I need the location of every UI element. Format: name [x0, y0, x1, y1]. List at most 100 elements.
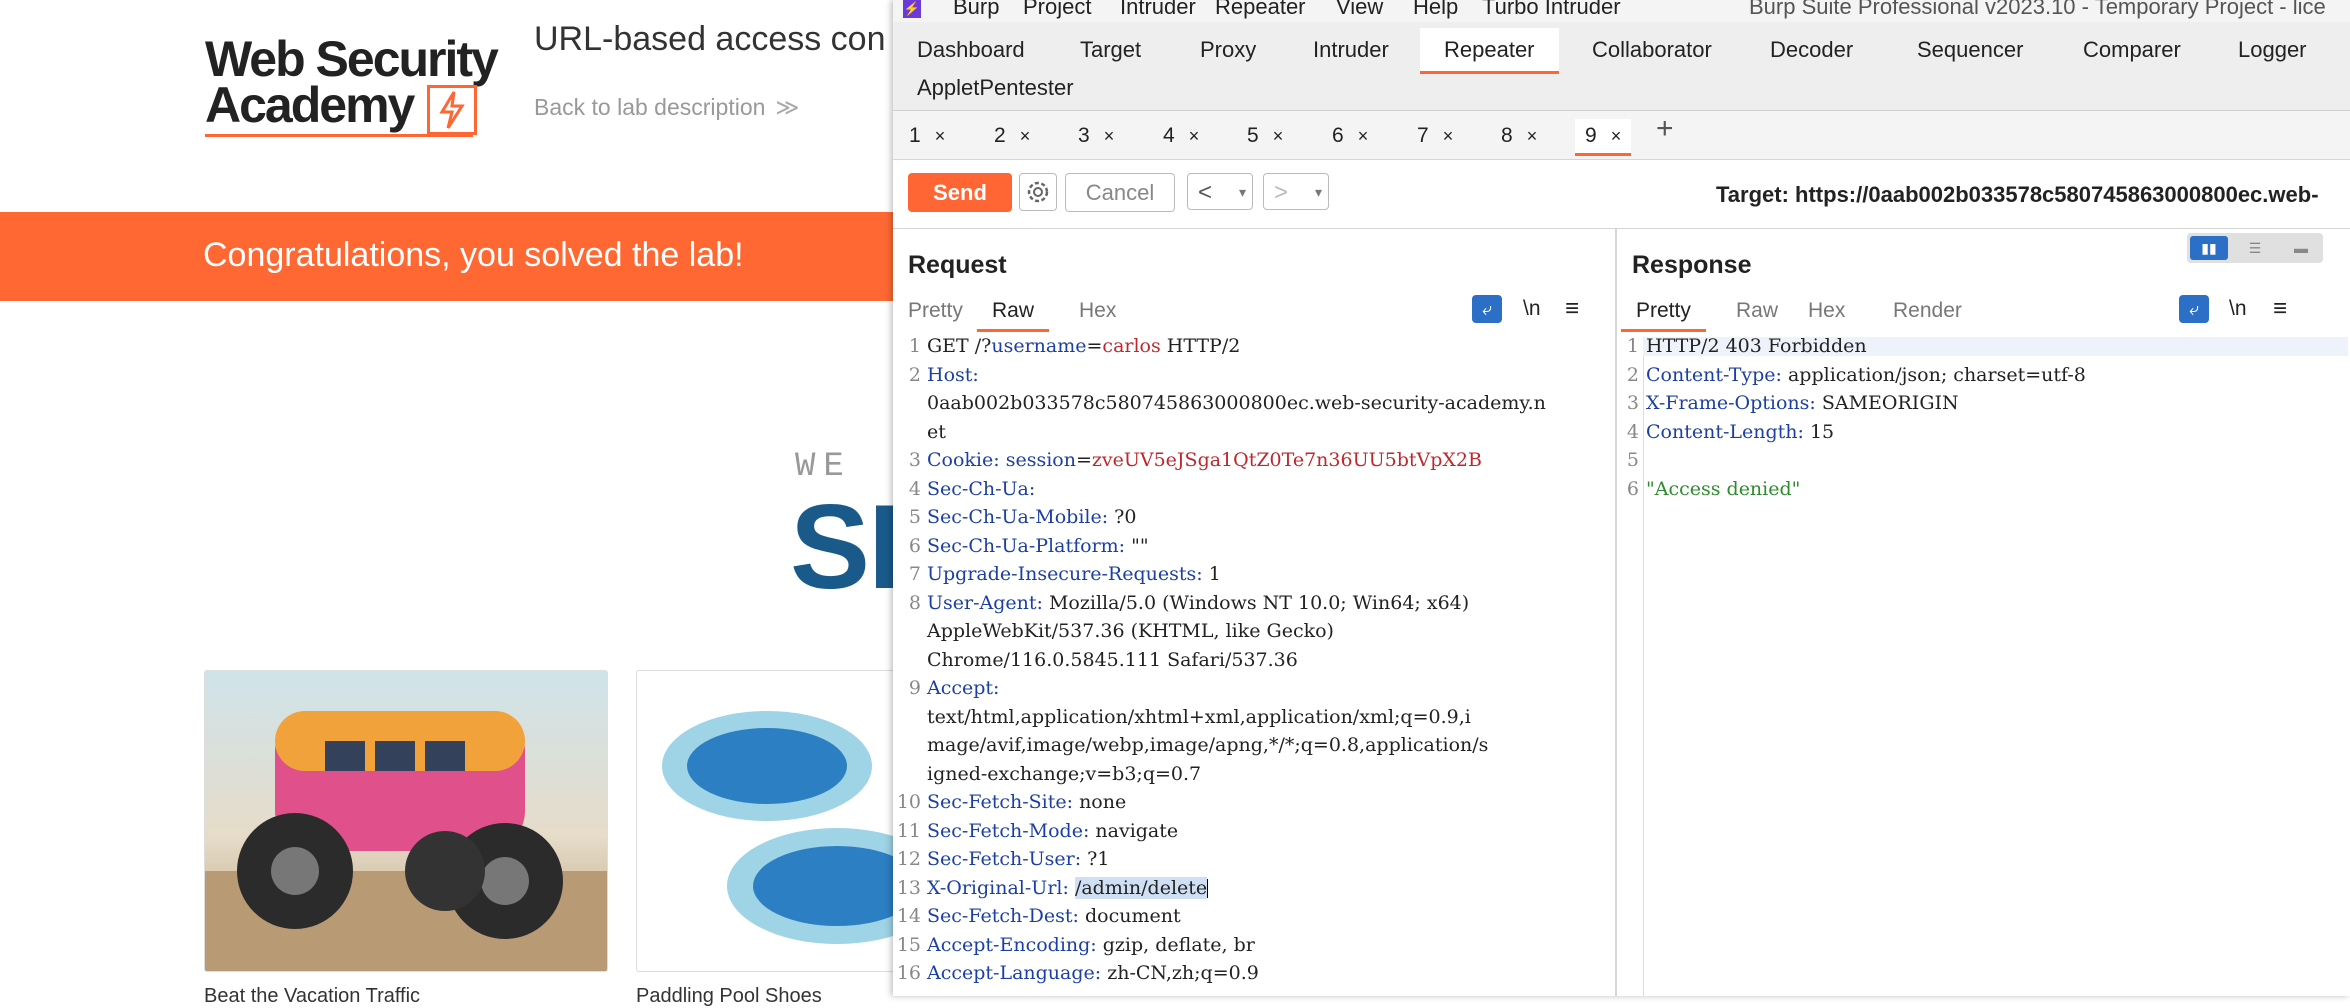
param-name: username	[991, 335, 1087, 357]
header-continuation: AppleWebKit/537.36 (KHTML, like Gecko)	[927, 620, 1334, 642]
paddling-pool-image	[662, 711, 917, 944]
tool-tabs: Dashboard Target Proxy Intruder Repeater…	[893, 22, 2350, 111]
close-icon[interactable]: ×	[1189, 126, 1200, 146]
header-value: 1	[1202, 563, 1221, 585]
send-button[interactable]: Send	[908, 173, 1012, 212]
single-pane-icon[interactable]: ▬	[2282, 236, 2320, 260]
header-continuation: et	[927, 420, 946, 443]
request-method: GET /?	[927, 335, 992, 357]
header-line: Sec-Ch-Ua-Platform: ""	[927, 536, 1149, 556]
burp-app-icon: ⚡	[903, 0, 921, 18]
back-to-lab-link[interactable]: Back to lab description ≫	[534, 94, 799, 121]
header-key: Sec-Ch-Ua-Mobile:	[927, 506, 1109, 528]
line-number: 6	[908, 534, 921, 557]
add-tab-icon[interactable]: +	[1656, 112, 1674, 146]
tab-repeater[interactable]: Repeater	[1420, 28, 1559, 74]
line-number: 15	[896, 933, 921, 956]
tab-sequencer[interactable]: Sequencer	[1893, 28, 2047, 72]
tab-comparer[interactable]: Comparer	[2059, 28, 2205, 72]
repeater-toolbar: Send Cancel < ▾ > ▾ Target: https://0aab00…	[893, 160, 2350, 229]
header-key: Content-Length:	[1646, 420, 1804, 443]
line-number: 8	[908, 591, 921, 614]
response-panel: Response ▮▮ ☰ ▬ Pretty Raw Hex Render ⤶ …	[1617, 229, 2350, 996]
logo-line-2: Academy	[205, 77, 415, 133]
close-icon[interactable]: ×	[1611, 126, 1622, 146]
selected-header-value[interactable]: /admin/delete	[1074, 876, 1208, 899]
word-wrap-icon[interactable]: ⤶	[2179, 295, 2209, 323]
tab-proxy[interactable]: Proxy	[1176, 28, 1280, 72]
tab-appletpentester[interactable]: AppletPentester	[893, 66, 1098, 110]
repeater-tab-label: 3	[1078, 124, 1090, 147]
chevron-down-icon[interactable]: ▾	[1315, 174, 1322, 211]
menu-project[interactable]: Project	[1023, 0, 1091, 20]
tab-intruder[interactable]: Intruder	[1289, 28, 1413, 72]
repeater-tab-8[interactable]: 8 ×	[1491, 119, 1547, 153]
repeater-tab-2[interactable]: 2 ×	[984, 119, 1040, 153]
repeater-tab-3[interactable]: 3 ×	[1068, 119, 1124, 153]
product-card-image-pool[interactable]	[636, 670, 918, 972]
param-equals: =	[1086, 335, 1103, 357]
tab-decoder[interactable]: Decoder	[1746, 28, 1877, 72]
lightning-bolt-icon	[427, 85, 477, 135]
header-line: Sec-Fetch-Dest: document	[927, 907, 1181, 926]
history-back-button[interactable]: < ▾	[1187, 173, 1253, 210]
split-vertical-icon[interactable]: ☰	[2236, 236, 2274, 260]
history-forward-button[interactable]: > ▾	[1263, 173, 1329, 210]
close-icon[interactable]: ×	[1020, 126, 1031, 146]
header-key: Cookie:	[927, 449, 1000, 471]
line-number: 3	[908, 449, 921, 471]
menu-burp[interactable]: Burp	[953, 0, 999, 20]
header-key: Sec-Ch-Ua:	[927, 477, 1036, 500]
repeater-tab-4[interactable]: 4 ×	[1153, 119, 1209, 153]
cancel-button[interactable]: Cancel	[1065, 173, 1175, 212]
web-security-academy-logo[interactable]: Web Security Academy	[205, 30, 505, 140]
close-icon[interactable]: ×	[935, 126, 946, 146]
header-key: User-Agent:	[927, 591, 1043, 614]
status-line: HTTP/2 403 Forbidden	[1646, 335, 1867, 357]
product-card-image-van[interactable]	[204, 670, 608, 972]
window-title: Burp Suite Professional v2023.10 - Tempo…	[1749, 0, 2326, 19]
repeater-tab-7[interactable]: 7 ×	[1407, 119, 1463, 153]
request-view-options: ⤶ \n ≡	[893, 293, 1615, 325]
solved-message: Congratulations, you solved the lab!	[203, 236, 744, 274]
line-number: 4	[1626, 420, 1639, 443]
close-icon[interactable]: ×	[1273, 126, 1284, 146]
header-continuation: mage/avif,image/webp,image/apng,*/*;q=0.…	[927, 734, 1489, 756]
menu-intruder[interactable]: Intruder	[1120, 0, 1196, 20]
header-value: navigate	[1089, 819, 1179, 842]
close-icon[interactable]: ×	[1443, 126, 1454, 146]
hamburger-menu-icon[interactable]: ≡	[2273, 295, 2287, 323]
repeater-tab-label: 1	[909, 124, 921, 147]
menu-view[interactable]: View	[1336, 0, 1383, 20]
menu-repeater[interactable]: Repeater	[1215, 0, 1306, 20]
word-wrap-icon[interactable]: ⤶	[1472, 295, 1502, 323]
product-card-caption[interactable]: Paddling Pool Shoes	[636, 985, 822, 1008]
header-key: Accept-Encoding:	[927, 933, 1097, 956]
settings-gear-icon[interactable]	[1019, 173, 1057, 211]
close-icon[interactable]: ×	[1358, 126, 1369, 146]
header-line: Sec-Fetch-User: ?1	[927, 850, 1109, 869]
close-icon[interactable]: ×	[1527, 126, 1538, 146]
menu-turbo-intruder[interactable]: Turbo Intruder	[1482, 0, 1621, 20]
repeater-tab-5[interactable]: 5 ×	[1237, 119, 1293, 153]
header-value: ?1	[1081, 848, 1110, 870]
header-line: Sec-Fetch-Mode: navigate	[927, 819, 1179, 842]
target-url[interactable]: Target: https://0aab002b033578c580745863…	[1716, 182, 2319, 208]
product-card-caption[interactable]: Beat the Vacation Traffic	[204, 985, 420, 1008]
repeater-tab-6[interactable]: 6 ×	[1322, 119, 1378, 153]
repeater-tabs: 1 × 2 × 3 × 4 × 5 × 6 × 7 × 8 × 9 ×	[893, 111, 2350, 160]
hamburger-menu-icon[interactable]: ≡	[1565, 295, 1579, 323]
repeater-tab-1[interactable]: 1 ×	[899, 119, 955, 153]
header-line: Content-Type: application/json; charset=…	[1646, 365, 2086, 385]
tab-logger[interactable]: Logger	[2214, 28, 2331, 72]
chevron-down-icon[interactable]: ▾	[1239, 174, 1246, 211]
newline-toggle-icon[interactable]: \n	[1523, 295, 1541, 323]
header-line: Cookie: session=zveUV5eJSga1QtZ0Te7n36UU…	[927, 451, 1482, 470]
menu-help[interactable]: Help	[1413, 0, 1458, 20]
header-continuation: Chrome/116.0.5845.111 Safari/537.36	[927, 648, 1298, 671]
close-icon[interactable]: ×	[1104, 126, 1115, 146]
tab-collaborator[interactable]: Collaborator	[1568, 28, 1736, 72]
repeater-tab-9[interactable]: 9 ×	[1575, 119, 1632, 156]
split-horizontal-icon[interactable]: ▮▮	[2190, 236, 2228, 260]
newline-toggle-icon[interactable]: \n	[2229, 295, 2247, 323]
